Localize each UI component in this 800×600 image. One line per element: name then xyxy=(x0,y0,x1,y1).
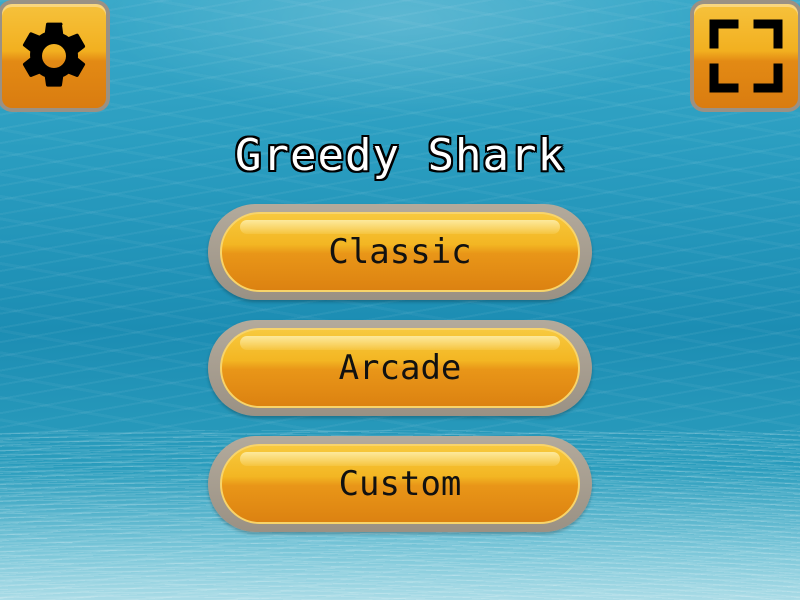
custom-mode-button[interactable]: Custom xyxy=(208,436,592,532)
custom-mode-label: Custom xyxy=(338,464,462,504)
classic-mode-label: Classic xyxy=(328,232,472,272)
gear-icon xyxy=(22,22,86,87)
arcade-mode-button[interactable]: Arcade xyxy=(208,320,592,416)
fullscreen-button-face xyxy=(694,4,798,108)
fullscreen-button[interactable] xyxy=(690,0,800,112)
classic-mode-button-face: Classic xyxy=(220,212,580,292)
arcade-mode-label: Arcade xyxy=(338,348,462,388)
classic-mode-button[interactable]: Classic xyxy=(208,204,592,300)
custom-mode-button-face: Custom xyxy=(220,444,580,524)
game-title: Greedy Shark xyxy=(235,130,565,181)
settings-button-face xyxy=(2,4,106,108)
arcade-mode-button-face: Arcade xyxy=(220,328,580,408)
fullscreen-icon xyxy=(709,19,783,93)
settings-button[interactable] xyxy=(0,0,110,112)
